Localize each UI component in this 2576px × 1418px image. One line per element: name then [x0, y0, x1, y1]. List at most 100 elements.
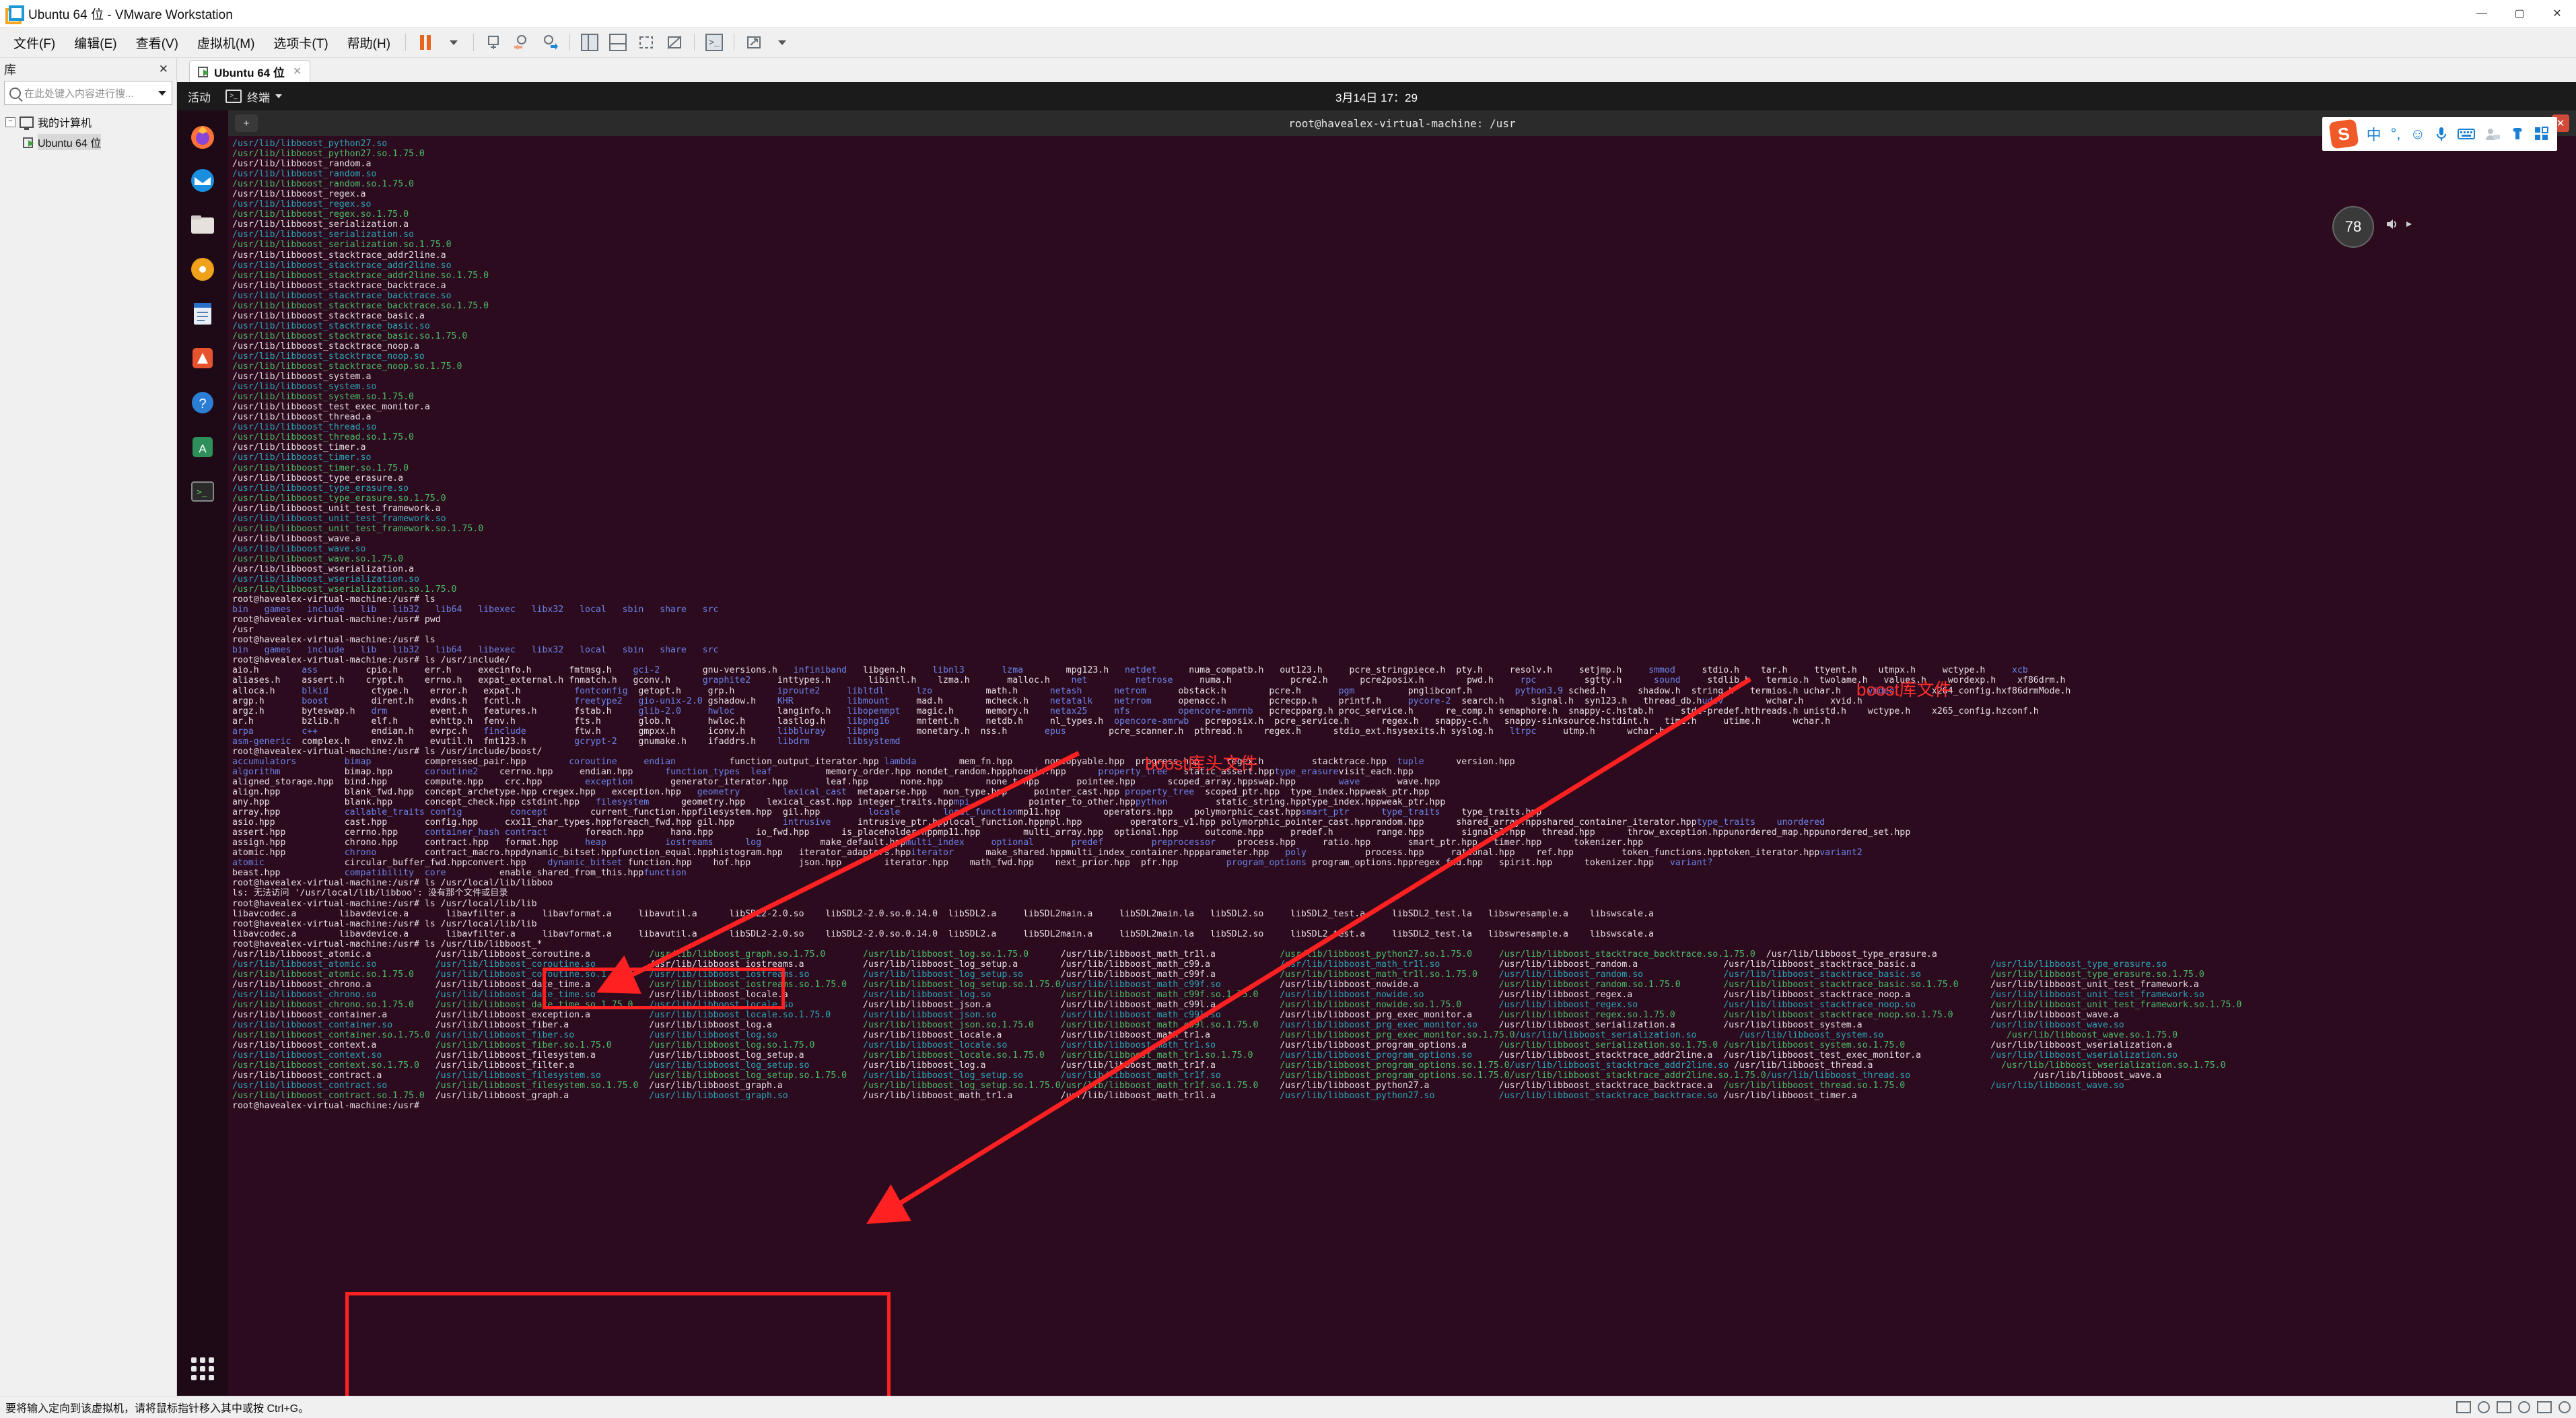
network-indicator-icon[interactable]: [2478, 1401, 2490, 1413]
badge-side-icons: [2385, 217, 2414, 232]
thunderbird-icon[interactable]: [185, 163, 220, 198]
stretch-dropdown-icon[interactable]: [768, 31, 796, 54]
terminal-line: /usr/lib/libboost_wserialization.so.1.75…: [232, 584, 457, 595]
show-console-view-button[interactable]: [604, 31, 632, 54]
gnome-clock[interactable]: 3月14日 17：29: [1335, 88, 1418, 105]
input-method-tray: S 中 °, ☺: [2322, 117, 2557, 151]
files-icon[interactable]: [185, 207, 220, 242]
terminal-line: /usr/lib/libboost_stacktrace_addr2line.s…: [232, 260, 452, 271]
microphone-icon[interactable]: [2435, 126, 2448, 142]
show-applications-button[interactable]: [185, 1351, 220, 1386]
terminal-line: libavcodec.a libavdevice.a libavfilter.a…: [232, 908, 1654, 919]
expander-icon[interactable]: −: [5, 116, 15, 127]
gnome-app-menu[interactable]: >_ 终端: [225, 88, 282, 105]
libreoffice-writer-icon[interactable]: [185, 296, 220, 331]
sound-indicator-icon[interactable]: [2518, 1401, 2530, 1413]
tab-ubuntu-64[interactable]: Ubuntu 64 位 ✕: [189, 60, 311, 82]
terminal-output[interactable]: /usr/lib/libboost_python27.so/usr/lib/li…: [228, 136, 2576, 1396]
help-icon[interactable]: ?: [185, 385, 220, 420]
svg-text:>_: >_: [197, 487, 207, 498]
console-terminal-button[interactable]: >_: [700, 31, 728, 54]
terminal-line: /usr/lib/libboost_stacktrace_noop.so: [232, 351, 425, 362]
unity-mode-button[interactable]: [660, 31, 689, 54]
terminal-line: arpa c++ endian.h evrpc.h finclude ftw.h…: [232, 726, 1692, 737]
stretch-guest-button[interactable]: [740, 31, 768, 54]
terminal-line: /usr/lib/libboost_python27.so: [232, 139, 388, 149]
terminal-line: /usr/lib/libboost_contract.so.1.75.0 /us…: [232, 1091, 1857, 1102]
menu-help[interactable]: 帮助(H): [338, 31, 400, 55]
terminal-line: root@havealex-virtual-machine:/usr# ls /…: [232, 655, 510, 666]
chevron-down-icon[interactable]: [158, 90, 166, 96]
tree-item-label: Ubuntu 64 位: [38, 134, 102, 150]
terminal-line: /usr/lib/libboost_stacktrace_basic.a: [232, 310, 425, 321]
pause-dropdown-icon[interactable]: [440, 31, 468, 54]
terminal-line: any.hpp blank.hpp concept_check.hpp cstd…: [232, 797, 1467, 808]
emoji-icon[interactable]: ☺: [2410, 125, 2425, 143]
menu-view[interactable]: 查看(V): [127, 31, 188, 55]
chinese-mode-icon[interactable]: 中: [2367, 123, 2381, 145]
keyboard-icon[interactable]: [2458, 128, 2475, 140]
firefox-icon[interactable]: [185, 119, 220, 154]
window-controls: — ▢ ✕: [2463, 0, 2576, 27]
guest-screen[interactable]: 活动 >_ 终端 3月14日 17：29 ? A >_ + root@havea…: [177, 82, 2576, 1396]
menu-tabs[interactable]: 选项卡(T): [264, 31, 337, 55]
tree-item-my-computer[interactable]: − 我的计算机: [0, 112, 176, 132]
terminal-line: /usr/lib/libboost_stacktrace_backtrace.s…: [232, 300, 489, 311]
search-input[interactable]: 在此处键入内容进行搜...: [24, 86, 134, 100]
apps-grid-icon[interactable]: [2534, 127, 2549, 141]
manage-snapshots-button[interactable]: [536, 31, 564, 54]
toolbar-divider-4: [694, 34, 695, 51]
activities-button[interactable]: 活动: [188, 88, 211, 105]
maximize-button[interactable]: ▢: [2501, 0, 2538, 27]
terminal-line: libavcodec.a libavdevice.a libavfilter.a…: [232, 929, 1654, 939]
library-search-box[interactable]: 在此处键入内容进行搜...: [4, 81, 172, 105]
menu-vm[interactable]: 虚拟机(M): [188, 31, 264, 55]
terminal-line: /usr/lib/libboost_timer.so.1.75.0: [232, 463, 409, 473]
terminal-line: assert.hpp cerrno.hpp container_hash con…: [232, 828, 1911, 838]
tree-item-ubuntu-64[interactable]: Ubuntu 64 位: [0, 132, 176, 152]
tab-label: Ubuntu 64 位: [214, 66, 285, 79]
virtual-machine-icon: [23, 137, 34, 148]
terminal-line: argp.h boost dirent.h evdns.h fcntl.h fr…: [232, 696, 1900, 706]
terminal-line: /usr/lib/libboost_system.so.1.75.0: [232, 392, 414, 403]
close-button[interactable]: ✕: [2538, 0, 2576, 27]
rhythmbox-icon[interactable]: [185, 252, 220, 287]
pause-button[interactable]: [411, 31, 440, 54]
terminal-dock-icon[interactable]: >_: [185, 474, 220, 509]
menu-edit[interactable]: 编辑(E): [65, 31, 126, 55]
new-tab-button[interactable]: +: [235, 114, 258, 132]
terminal-line: /usr/lib/libboost_stacktrace_backtrace.a: [232, 280, 446, 291]
terminal-line: asm-generic complex.h envz.h evutil.h fm…: [232, 736, 917, 747]
minimize-button[interactable]: —: [2463, 0, 2501, 27]
library-sidebar: 库 ✕ 在此处键入内容进行搜... − 我的计算机 Ubuntu 64 位: [0, 58, 177, 1396]
vmware-workstation-window: Ubuntu 64 位 - VMware Workstation — ▢ ✕ 文…: [0, 0, 2576, 1418]
terminal-line: alloca.h blkid ctype.h error.h expat.h f…: [232, 685, 2071, 696]
toolbar-divider-2: [473, 34, 475, 51]
menu-file[interactable]: 文件(F): [4, 31, 65, 55]
software-center-icon[interactable]: [185, 341, 220, 376]
terminal-line: /usr/lib/libboost_python27.so.1.75.0: [232, 149, 425, 160]
punctuation-icon[interactable]: °,: [2391, 125, 2401, 143]
gnome-top-bar: 活动 >_ 终端 3月14日 17：29: [177, 82, 2576, 110]
terminal-icon: >_: [225, 90, 242, 103]
snapshot-button[interactable]: [479, 31, 508, 54]
terminal-line: aliases.h assert.h crypt.h errno.h expat…: [232, 675, 2087, 686]
show-library-button[interactable]: [576, 31, 604, 54]
library-close-icon[interactable]: ✕: [155, 63, 172, 76]
ubuntu-software-icon[interactable]: A: [185, 430, 220, 465]
terminal-line: /usr/lib/libboost_thread.so: [232, 422, 377, 433]
sogou-logo-icon[interactable]: S: [2328, 119, 2359, 149]
tab-close-icon[interactable]: ✕: [293, 65, 302, 78]
fullscreen-button[interactable]: [632, 31, 660, 54]
main-body: 库 ✕ 在此处键入内容进行搜... − 我的计算机 Ubuntu 64 位 Ub…: [0, 58, 2576, 1396]
terminal-line: /usr/lib/libboost_context.so.1.75.0 /usr…: [232, 1060, 2226, 1071]
toolbar-divider-3: [569, 34, 571, 51]
usb-indicator-icon[interactable]: [2497, 1401, 2511, 1413]
printer-indicator-icon[interactable]: [2537, 1401, 2552, 1413]
revert-snapshot-button[interactable]: [508, 31, 536, 54]
skin-icon[interactable]: [2510, 127, 2525, 141]
display-indicator-icon[interactable]: [2558, 1401, 2571, 1413]
terminal-line: /usr/lib/libboost_wserialization.a: [232, 564, 414, 574]
hard-disk-indicator-icon[interactable]: [2456, 1401, 2471, 1413]
user-icon[interactable]: [2484, 127, 2501, 141]
